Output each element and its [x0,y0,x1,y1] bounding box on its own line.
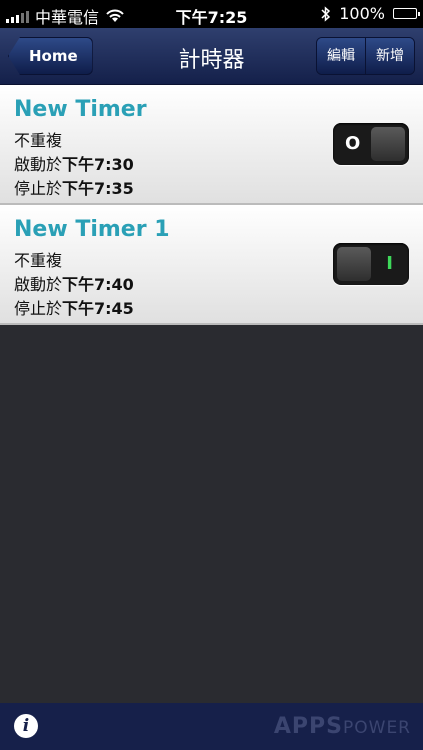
switch-knob [371,127,405,161]
timer-row[interactable]: New Timer 不重複 啟動於下午7:30 停止於下午7:35 O [0,85,423,205]
timer-start: 啟動於下午7:40 [14,271,134,295]
timer-name: New Timer 1 [14,217,170,242]
brand-sub: POWER [343,718,411,738]
timer-repeat: 不重複 [14,131,63,150]
nav-actions: 編輯 新增 [316,37,415,75]
stop-time: 下午7:45 [62,299,134,318]
add-button[interactable]: 新增 [365,38,414,74]
status-bar: 中華電信 下午7:25 100% [0,0,423,28]
switch-label: I [386,253,393,274]
switch-label: O [345,133,361,154]
timer-row[interactable]: New Timer 1 不重複 啟動於下午7:40 停止於下午7:45 I [0,205,423,325]
timer-start: 啟動於下午7:30 [14,151,134,175]
timer-stop: 停止於下午7:35 [14,175,134,199]
info-icon[interactable]: i [14,714,38,738]
stop-prefix: 停止於 [14,179,63,198]
timer-toggle-switch[interactable]: O [333,123,409,165]
timer-stop: 停止於下午7:45 [14,295,134,319]
battery-icon [393,8,420,19]
bottom-toolbar: i APPSPOWER [0,703,423,750]
timer-toggle-switch[interactable]: I [333,243,409,285]
brand-main: APPS [273,714,343,739]
bluetooth-icon [321,5,331,22]
edit-button[interactable]: 編輯 [317,38,365,74]
switch-knob [337,247,371,281]
timer-repeat: 不重複 [14,251,63,270]
start-time: 下午7:40 [62,275,134,294]
start-prefix: 啟動於 [14,275,63,294]
stop-prefix: 停止於 [14,299,63,318]
navigation-bar: Home 計時器 編輯 新增 [0,28,423,85]
timer-list: New Timer 不重複 啟動於下午7:30 停止於下午7:35 O New … [0,85,423,325]
stop-time: 下午7:35 [62,179,134,198]
start-time: 下午7:30 [62,155,134,174]
brand-logo: APPSPOWER [274,714,411,739]
battery-percent: 100% [339,4,385,23]
start-prefix: 啟動於 [14,155,63,174]
timer-name: New Timer [14,97,147,122]
